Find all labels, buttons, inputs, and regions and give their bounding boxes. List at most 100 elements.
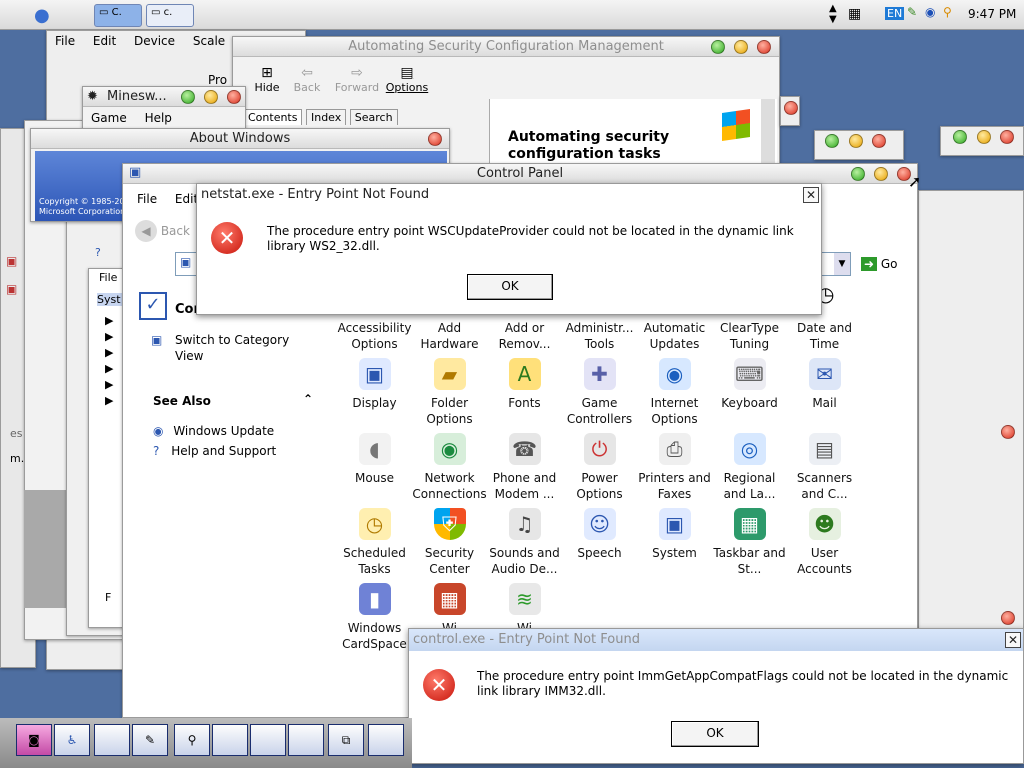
cp-item-power[interactable]: ⏻ Power Options bbox=[562, 433, 637, 502]
control-error-titlebar[interactable]: control.exe - Entry Point Not Found ✕ bbox=[409, 629, 1023, 651]
menu-help[interactable]: Help bbox=[145, 111, 172, 125]
menu-device[interactable]: Device bbox=[134, 34, 175, 48]
language-indicator[interactable]: EN bbox=[885, 7, 905, 20]
menu-game[interactable]: Game bbox=[91, 111, 127, 125]
cp-item-display[interactable]: ▣ Display bbox=[337, 358, 412, 411]
cp-item[interactable]: Add Hardware bbox=[412, 320, 487, 352]
menu-scale[interactable]: Scale bbox=[193, 34, 225, 48]
cp-item-mail[interactable]: ✉ Mail bbox=[787, 358, 862, 411]
windows-update-link[interactable]: ◉ Windows Update bbox=[153, 424, 274, 438]
ok-button[interactable]: OK bbox=[467, 274, 553, 300]
cp-item-taskbar[interactable]: ▦ Taskbar and St... bbox=[712, 508, 787, 577]
zoom-button[interactable] bbox=[181, 90, 195, 104]
tab-search[interactable]: Search bbox=[349, 109, 398, 125]
scroll-arrows-icon[interactable]: ▲ ▼ bbox=[829, 3, 837, 25]
menu-edit[interactable]: Edit bbox=[175, 192, 198, 206]
cp-item-phone-modem[interactable]: ☎ Phone and Modem ... bbox=[487, 433, 562, 502]
close-button[interactable] bbox=[1001, 611, 1015, 625]
zoom-button[interactable] bbox=[825, 134, 839, 148]
close-button[interactable] bbox=[1001, 425, 1015, 439]
close-button[interactable] bbox=[757, 40, 771, 54]
menu-file[interactable]: File bbox=[55, 34, 75, 48]
switch-view-link[interactable]: ▣ Switch to Category View bbox=[151, 332, 311, 364]
go-button[interactable]: ➜ Go bbox=[861, 257, 897, 271]
minimize-button[interactable] bbox=[204, 90, 218, 104]
task-window-4[interactable] bbox=[288, 724, 324, 756]
help-support-link[interactable]: ? Help and Support bbox=[153, 444, 276, 458]
tree-expander[interactable]: ▶ ▶ ▶ ▶ ▶ ▶ bbox=[105, 313, 113, 409]
cp-item-scanners[interactable]: ▤ Scanners and C... bbox=[787, 433, 862, 502]
cp-item[interactable]: Add or Remov... bbox=[487, 320, 562, 352]
minimize-button[interactable] bbox=[849, 134, 863, 148]
cp-item-printers[interactable]: ⎙ Printers and Faxes bbox=[637, 433, 712, 502]
minesweeper-titlebar[interactable]: ✹ Minesw... bbox=[83, 87, 245, 107]
app-icon-2[interactable]: ▣ bbox=[6, 282, 17, 296]
cp-back-button[interactable]: ◀ Back bbox=[135, 220, 190, 242]
address-dropdown-icon[interactable]: ▼ bbox=[834, 253, 850, 275]
calendar-icon[interactable]: ▦ bbox=[848, 6, 861, 22]
close-button[interactable]: ✕ bbox=[1005, 632, 1021, 648]
tree-item-system[interactable]: Syst bbox=[97, 293, 123, 306]
task-app-network[interactable]: ⧉ bbox=[328, 724, 364, 756]
app-icon-1[interactable]: ▣ bbox=[6, 254, 17, 268]
close-button[interactable] bbox=[872, 134, 886, 148]
menu-edit[interactable]: Edit bbox=[93, 34, 116, 48]
cp-item-sounds[interactable]: ♫ Sounds and Audio De... bbox=[487, 508, 562, 577]
close-button[interactable] bbox=[784, 101, 798, 115]
about-titlebar[interactable]: About Windows bbox=[31, 129, 449, 149]
cp-item[interactable]: Automatic Updates bbox=[637, 320, 712, 352]
help-titlebar[interactable]: Automating Security Configuration Manage… bbox=[233, 37, 779, 57]
forward-button-help[interactable]: ⇨ Forward bbox=[333, 65, 381, 94]
menu-file[interactable]: File bbox=[137, 192, 157, 206]
task-window-3[interactable] bbox=[250, 724, 286, 756]
cp-item[interactable]: ClearType Tuning bbox=[712, 320, 787, 352]
cp-item[interactable]: Accessibility Options bbox=[337, 320, 412, 352]
cp-item-scheduled-tasks[interactable]: ◷ Scheduled Tasks bbox=[337, 508, 412, 577]
cp-item-system[interactable]: ▣ System bbox=[637, 508, 712, 561]
see-also-header[interactable]: See Also ⌃ bbox=[153, 392, 313, 408]
tray-globe-icon[interactable]: ◉ bbox=[925, 5, 935, 19]
cp-item[interactable]: Date and Time bbox=[787, 320, 862, 352]
cp-item-mouse[interactable]: ◖ Mouse bbox=[337, 433, 412, 486]
task-app-paint[interactable]: ✎ bbox=[132, 724, 168, 756]
cp-item-fonts[interactable]: A Fonts bbox=[487, 358, 562, 411]
cp-item-cardspace[interactable]: ▮ Windows CardSpace bbox=[337, 583, 412, 652]
minimize-button[interactable] bbox=[977, 130, 991, 144]
cp-item-security-center[interactable]: ⛨ Security Center bbox=[412, 508, 487, 577]
hide-button[interactable]: ⊞ Hide bbox=[247, 65, 287, 94]
minimize-button[interactable] bbox=[874, 167, 888, 181]
zoom-button[interactable] bbox=[953, 130, 967, 144]
zoom-button[interactable] bbox=[851, 167, 865, 181]
top-tab-1[interactable]: ▭ C. bbox=[94, 4, 142, 27]
tray-tools-icon[interactable]: ✎ bbox=[907, 5, 917, 19]
cp-item-regional[interactable]: ◎ Regional and La... bbox=[712, 433, 787, 502]
task-app-pink[interactable]: ◙ bbox=[16, 724, 52, 756]
task-window-5[interactable] bbox=[368, 724, 404, 756]
help-scrollbar[interactable] bbox=[761, 99, 775, 169]
close-button[interactable]: ✕ bbox=[803, 187, 819, 203]
cp-item-speech[interactable]: ☺ Speech bbox=[562, 508, 637, 561]
cp-item-network[interactable]: ◉ Network Connections bbox=[412, 433, 487, 502]
zoom-button[interactable] bbox=[711, 40, 725, 54]
cp-item-folder-options[interactable]: ▰ Folder Options bbox=[412, 358, 487, 427]
close-button[interactable] bbox=[1000, 130, 1014, 144]
tab-contents[interactable]: Contents bbox=[243, 109, 303, 125]
top-tab-2[interactable]: ▭ c. bbox=[146, 4, 194, 27]
cp-item-internet-options[interactable]: ◉ Internet Options bbox=[637, 358, 712, 427]
apple-icon[interactable]: ● bbox=[34, 5, 50, 26]
back-button-help[interactable]: ⇦ Back bbox=[287, 65, 327, 94]
menu-file-2[interactable]: File bbox=[99, 271, 117, 284]
cp-item-user-accounts[interactable]: ☻ User Accounts bbox=[787, 508, 862, 577]
cp-item-game-controllers[interactable]: ✚ Game Controllers bbox=[562, 358, 637, 427]
task-window-2[interactable] bbox=[212, 724, 248, 756]
close-button[interactable] bbox=[227, 90, 241, 104]
cp-item[interactable]: Administr... Tools bbox=[562, 320, 637, 352]
task-window-1[interactable] bbox=[94, 724, 130, 756]
task-app-search[interactable]: ⚲ bbox=[174, 724, 210, 756]
minimize-button[interactable] bbox=[734, 40, 748, 54]
netstat-error-titlebar[interactable]: netstat.exe - Entry Point Not Found ✕ bbox=[197, 184, 821, 206]
tab-index[interactable]: Index bbox=[305, 109, 347, 125]
tray-search-icon[interactable]: ⚲ bbox=[943, 5, 952, 19]
ok-button[interactable]: OK bbox=[671, 721, 759, 747]
task-app-accessibility[interactable]: ♿ bbox=[54, 724, 90, 756]
